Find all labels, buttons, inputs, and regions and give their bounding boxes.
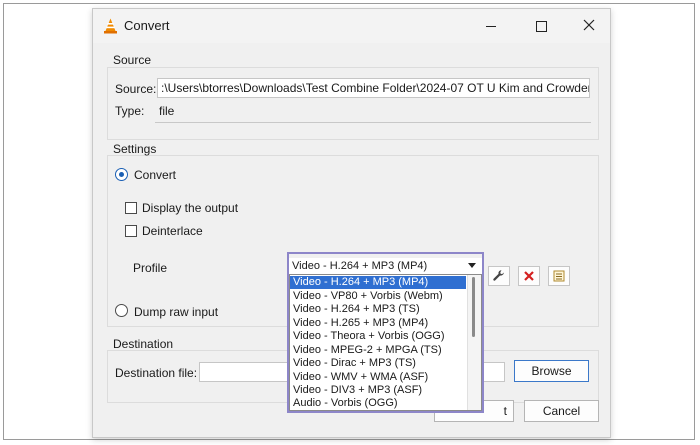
convert-radio-label[interactable]: Convert — [134, 168, 176, 182]
browse-button[interactable]: Browse — [514, 360, 589, 382]
minimize-icon — [486, 26, 496, 27]
close-button[interactable] — [567, 9, 611, 43]
wrench-icon — [493, 270, 504, 281]
convert-radio[interactable] — [115, 168, 128, 181]
profile-option[interactable]: Video - MPEG-2 + MPGA (TS) — [290, 344, 466, 357]
profile-dropdown-list: Video - H.264 + MP3 (MP4) Video - VP80 +… — [289, 274, 482, 411]
start-button-label: t — [503, 404, 507, 418]
type-value: file — [159, 104, 175, 118]
delete-profile-button[interactable] — [518, 266, 540, 286]
maximize-icon — [536, 21, 547, 32]
dump-raw-radio[interactable] — [115, 304, 128, 317]
source-group-label: Source — [113, 53, 152, 67]
destination-file-label: Destination file: — [115, 366, 198, 380]
dump-raw-label[interactable]: Dump raw input — [134, 305, 218, 319]
source-label: Source: — [115, 82, 157, 96]
source-divider — [155, 122, 591, 123]
display-output-checkbox[interactable] — [125, 202, 137, 214]
profile-option[interactable]: Audio - Vorbis (OGG) — [290, 397, 466, 410]
source-path-field[interactable]: :\Users\btorres\Downloads\Test Combine F… — [157, 78, 590, 98]
scrollbar-thumb[interactable] — [472, 277, 475, 337]
profile-option[interactable]: Video - H.265 + MP3 (MP4) — [290, 317, 466, 330]
settings-group-label: Settings — [113, 142, 157, 156]
profile-option[interactable]: Video - H.264 + MP3 (TS) — [290, 303, 466, 316]
profile-option[interactable]: Video - Dirac + MP3 (TS) — [290, 357, 466, 370]
close-icon — [583, 19, 595, 31]
edit-profile-button[interactable] — [488, 266, 510, 286]
vlc-cone-icon — [104, 18, 117, 34]
display-output-label[interactable]: Display the output — [142, 201, 238, 215]
maximize-button[interactable] — [519, 9, 563, 43]
chevron-down-icon — [468, 263, 476, 268]
profile-option[interactable]: Video - VP80 + Vorbis (Webm) — [290, 290, 466, 303]
destination-group-label: Destination — [113, 337, 174, 351]
profile-option[interactable]: Video - Theora + Vorbis (OGG) — [290, 330, 466, 343]
profile-selected-value: Video - H.264 + MP3 (MP4) — [292, 260, 428, 272]
type-label: Type: — [115, 104, 145, 118]
red-x-icon — [524, 271, 534, 281]
cancel-button[interactable]: Cancel — [524, 400, 599, 422]
deinterlace-checkbox[interactable] — [125, 225, 137, 237]
new-profile-button[interactable] — [548, 266, 570, 286]
profile-list-scrollbar[interactable] — [467, 275, 481, 410]
profile-combobox[interactable]: Video - H.264 + MP3 (MP4) — [289, 258, 482, 274]
profile-label: Profile — [133, 261, 168, 275]
window-title: Convert — [124, 18, 170, 33]
profile-option[interactable]: Video - H.264 + MP3 (MP4) — [290, 276, 466, 289]
deinterlace-label[interactable]: Deinterlace — [142, 224, 203, 238]
profile-option[interactable]: Video - DIV3 + MP3 (ASF) — [290, 384, 466, 397]
new-list-icon — [553, 270, 565, 282]
profile-option[interactable]: Video - WMV + WMA (ASF) — [290, 371, 466, 384]
minimize-button[interactable] — [469, 9, 513, 43]
title-bar: Convert — [93, 9, 610, 43]
